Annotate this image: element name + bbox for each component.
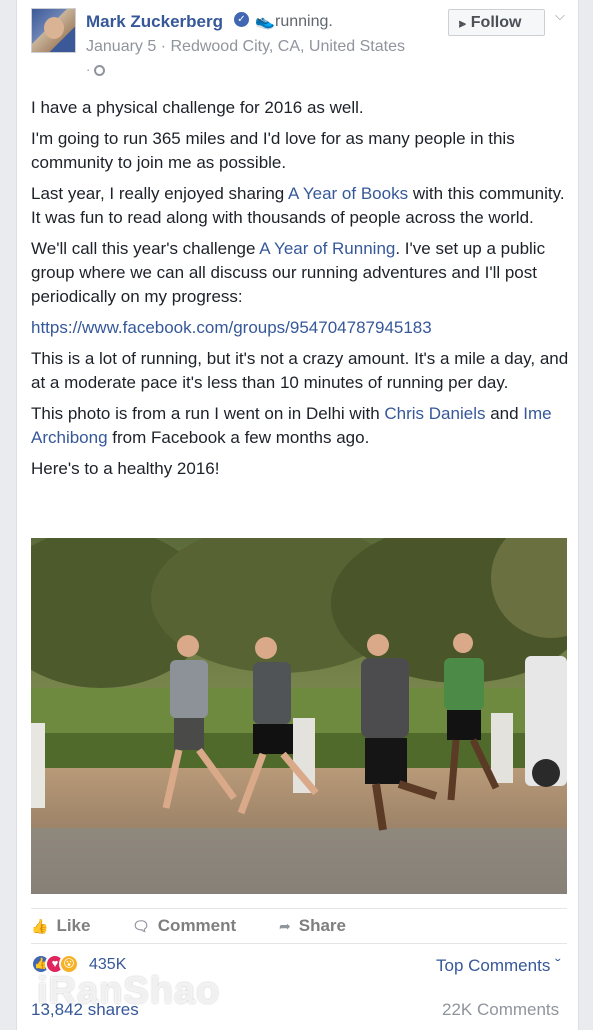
comment-label: Comment xyxy=(157,916,237,935)
running-photo-illustration xyxy=(31,538,567,894)
follow-label: Follow xyxy=(470,14,522,31)
paragraph-text: Last year, I really enjoyed sharing xyxy=(31,184,289,203)
like-button[interactable]: 👍 Like xyxy=(31,916,90,936)
comments-count[interactable]: 22K Comments xyxy=(442,1000,559,1020)
post-paragraph: This is a lot of running, but it's not a… xyxy=(31,349,569,392)
group-url-link[interactable]: https://www.facebook.com/groups/95470478… xyxy=(31,318,432,337)
watermark-text: iRanShao xyxy=(37,970,221,1012)
post-paragraph: This photo is from a run I went on in De… xyxy=(31,402,571,450)
post-date-location[interactable]: January 5 · Redwood City, CA, United Sta… xyxy=(86,38,405,56)
paragraph-text: We'll call this year's challenge xyxy=(31,239,260,258)
year-of-books-link[interactable]: A Year of Books xyxy=(288,184,408,203)
top-comments-dropdown[interactable]: Top Comments ˇ xyxy=(436,956,561,976)
author-avatar[interactable] xyxy=(31,8,76,53)
share-button[interactable]: ➦ Share xyxy=(279,916,346,936)
share-label: Share xyxy=(298,916,346,935)
year-of-running-link[interactable]: A Year of Running xyxy=(259,239,395,258)
post-paragraph: https://www.facebook.com/groups/95470478… xyxy=(31,316,571,340)
post-paragraph: We'll call this year's challenge A Year … xyxy=(31,237,571,309)
author-name[interactable]: Mark Zuckerberg xyxy=(86,12,223,32)
rss-icon: ⫸ xyxy=(459,16,466,30)
share-arrow-icon: ➦ xyxy=(279,918,291,934)
post-paragraph: Here's to a healthy 2016! xyxy=(31,459,220,478)
post-paragraph: Last year, I really enjoyed sharing A Ye… xyxy=(31,182,571,230)
privacy-dot: · xyxy=(86,62,91,77)
thumbs-up-icon: 👍 xyxy=(31,918,49,934)
chris-daniels-link[interactable]: Chris Daniels xyxy=(384,404,485,423)
privacy-indicator[interactable]: · xyxy=(86,62,106,77)
speech-bubble-icon: 🗨 xyxy=(132,918,150,934)
globe-icon xyxy=(94,65,106,77)
like-label: Like xyxy=(56,916,91,935)
paragraph-text: and xyxy=(485,404,524,423)
comment-button[interactable]: 🗨 Comment xyxy=(132,916,236,936)
top-comments-label: Top Comments xyxy=(436,956,551,975)
follow-button[interactable]: ⫸ Follow xyxy=(448,9,545,36)
caret-down-icon: ˇ xyxy=(550,956,561,975)
post-card: Mark Zuckerberg ✓ 👟 running. January 5 ·… xyxy=(16,0,579,1030)
verified-badge-icon: ✓ xyxy=(234,12,249,27)
post-photo[interactable] xyxy=(31,538,567,894)
post-paragraph: I have a physical challenge for 2016 as … xyxy=(31,98,364,117)
post-actions-bar: 👍 Like 🗨 Comment ➦ Share xyxy=(31,908,567,944)
post-body: I have a physical challenge for 2016 as … xyxy=(31,96,571,488)
paragraph-text: from Facebook a few months ago. xyxy=(107,428,370,447)
post-paragraph: I'm going to run 365 miles and I'd love … xyxy=(31,129,515,172)
activity-label: running. xyxy=(275,13,333,30)
running-shoe-icon: 👟 xyxy=(255,13,275,30)
chevron-down-icon[interactable]: ⌵ xyxy=(555,8,565,24)
paragraph-text: This photo is from a run I went on in De… xyxy=(31,404,385,423)
